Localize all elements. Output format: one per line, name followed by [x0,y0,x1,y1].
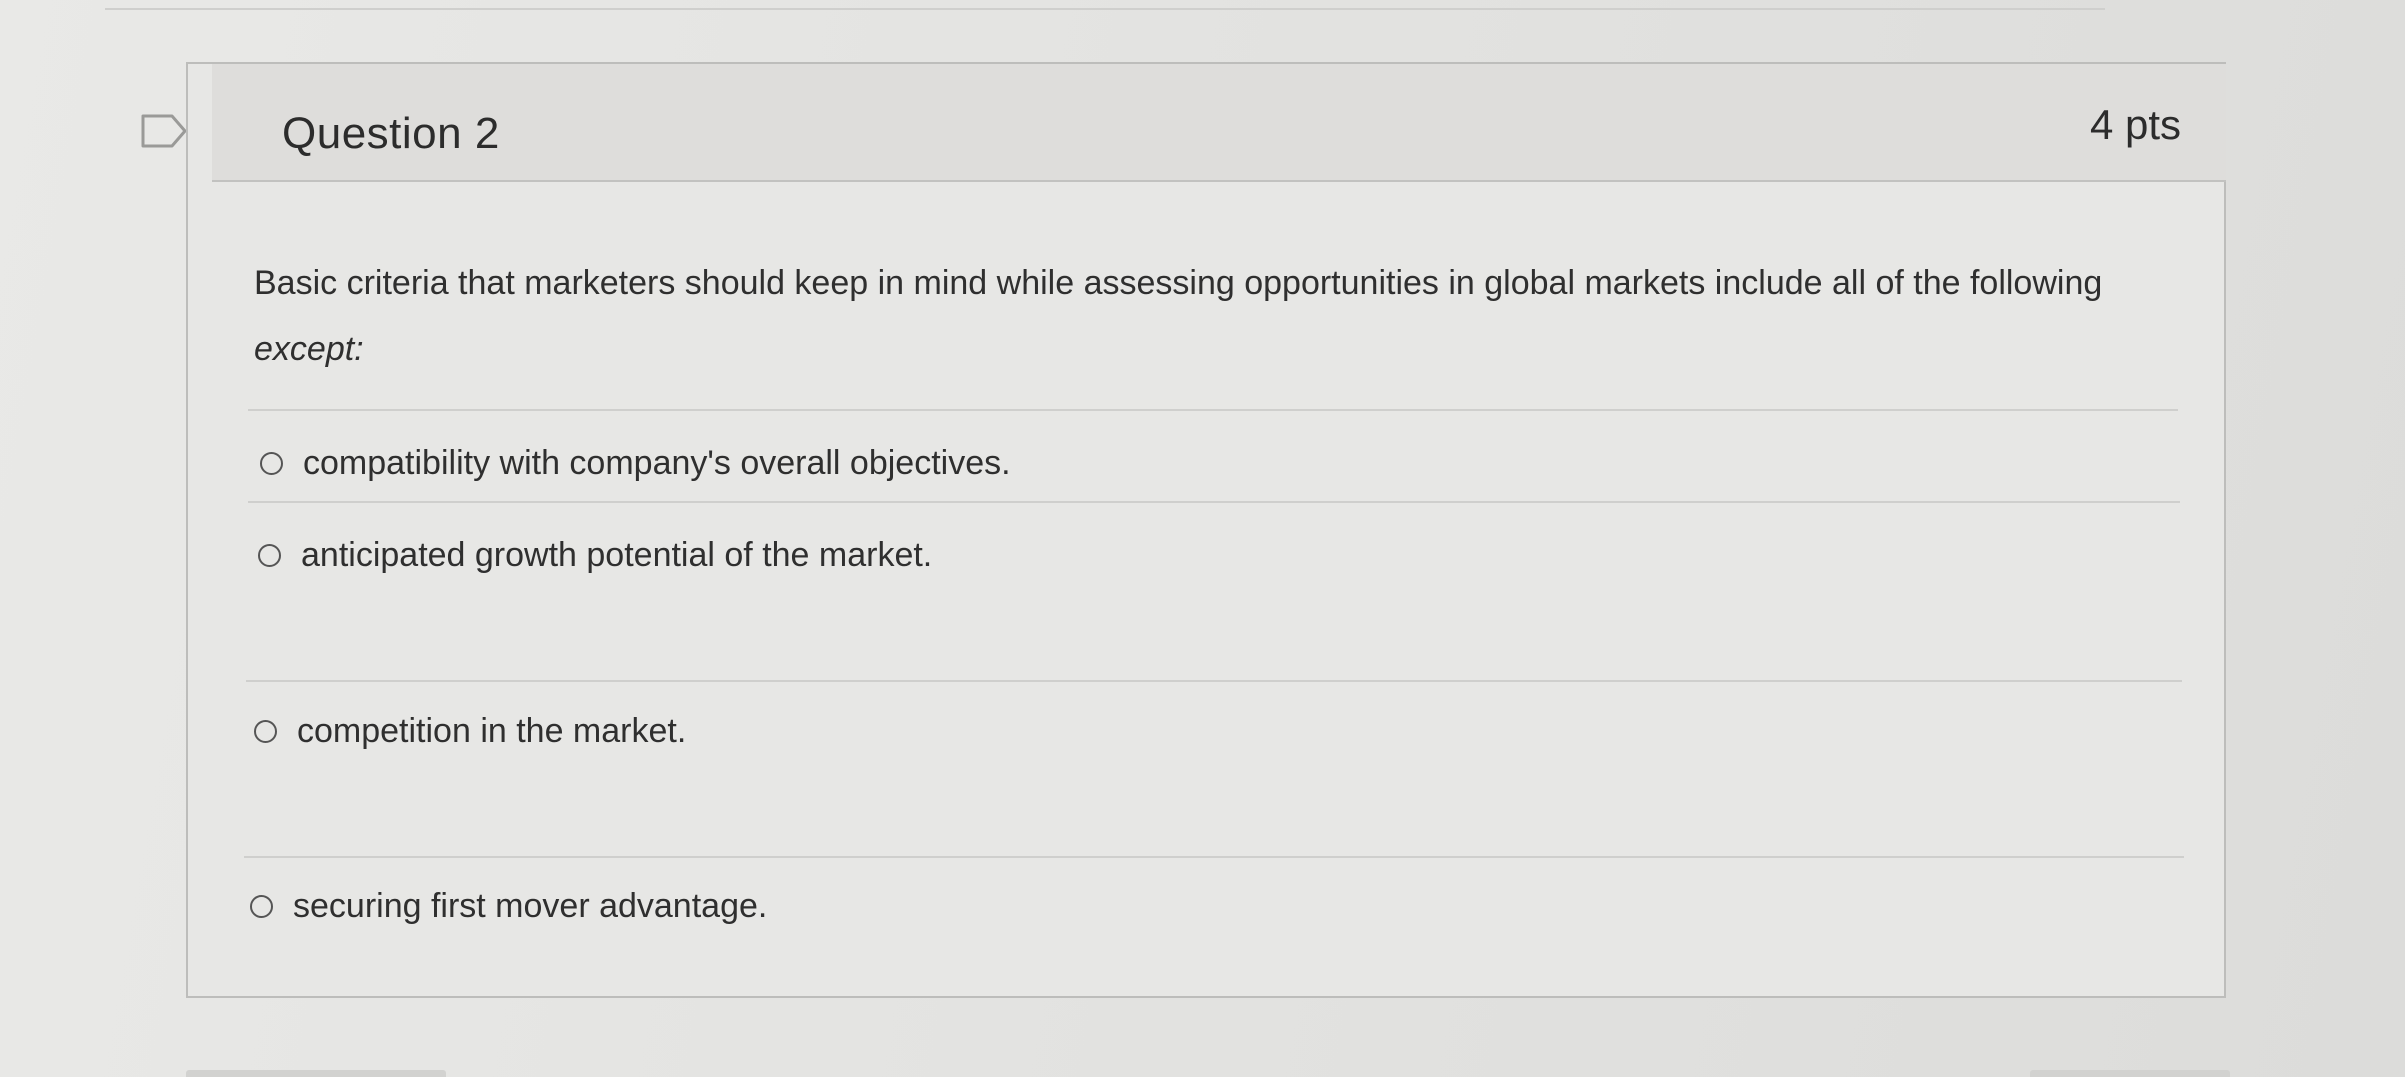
answer-label: securing first mover advantage. [293,887,768,925]
radio-button[interactable] [254,720,277,743]
answer-divider [248,409,2178,411]
answer-label: compatibility with company's overall obj… [303,444,1011,482]
answer-option-4[interactable]: securing first mover advantage. [250,887,767,926]
question-prompt: Basic criteria that marketers should kee… [254,250,2184,382]
answer-label: competition in the market. [297,712,687,750]
radio-button[interactable] [258,544,281,567]
question-card: Question 2 4 pts Basic criteria that mar… [186,62,2226,998]
quiz-page: Question 2 4 pts Basic criteria that mar… [0,0,2405,1077]
question-prompt-emphasis: except: [254,330,364,368]
radio-button[interactable] [250,895,273,918]
footer-edge [2030,1070,2230,1077]
footer-edge [186,1070,446,1077]
answer-divider [246,680,2182,682]
answer-divider [244,856,2184,858]
answer-option-2[interactable]: anticipated growth potential of the mark… [258,536,932,575]
top-divider [105,8,2105,10]
question-header: Question 2 4 pts [212,64,2226,182]
radio-button[interactable] [260,452,283,475]
answer-label: anticipated growth potential of the mark… [301,536,933,574]
question-points: 4 pts [2089,101,2181,148]
question-title: Question 2 [282,109,500,158]
flag-question-icon[interactable] [140,112,190,150]
answer-divider [248,501,2180,503]
answer-option-1[interactable]: compatibility with company's overall obj… [260,444,1011,483]
answer-option-3[interactable]: competition in the market. [254,712,686,751]
question-prompt-text: Basic criteria that marketers should kee… [254,264,2103,302]
